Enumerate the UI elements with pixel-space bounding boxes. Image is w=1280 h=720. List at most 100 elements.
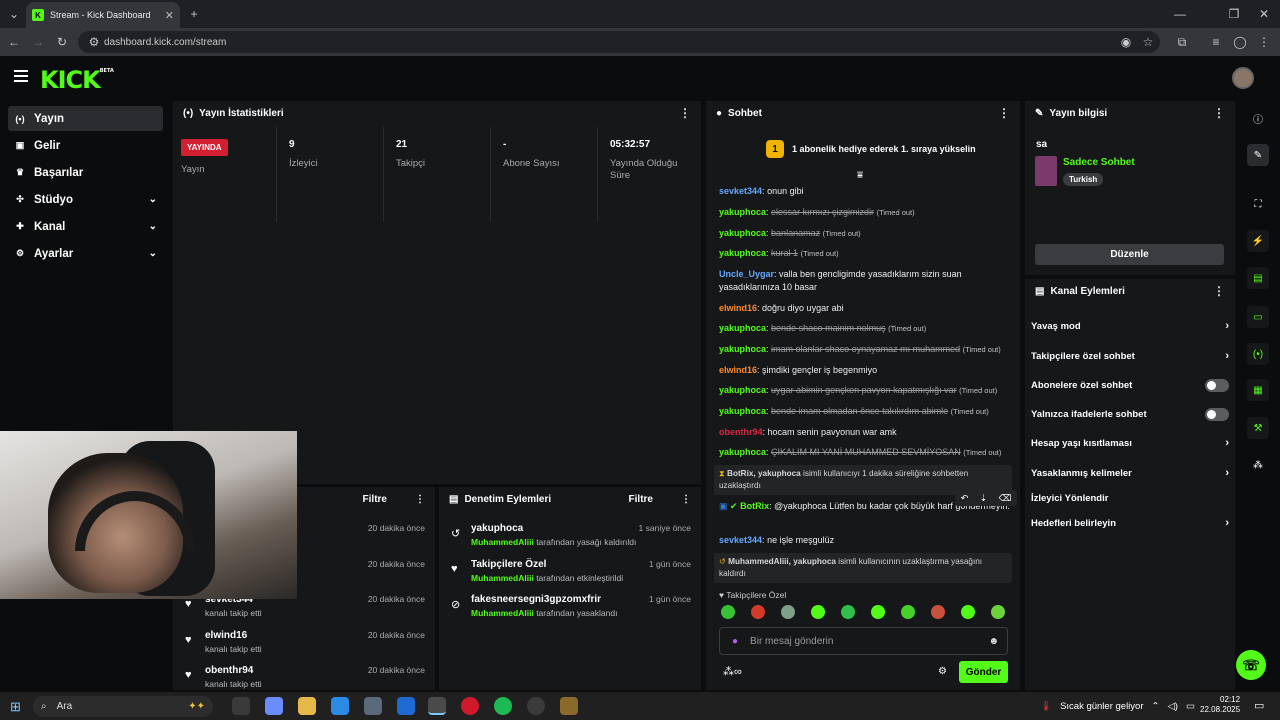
weather-widget[interactable]: 🌡 Sıcak günler geliyor ⌃ ◁) ▭	[1040, 697, 1195, 715]
site-info-icon[interactable]: ⚙	[86, 34, 102, 50]
eye-off-icon[interactable]: ◉	[1118, 34, 1134, 50]
emote[interactable]	[991, 605, 1005, 619]
wrench-icon[interactable]: ⚒	[1247, 417, 1269, 439]
chat-message-input[interactable]: ● Bir mesaj gönderin ☻	[719, 627, 1008, 655]
chat-username[interactable]: yakuphoca	[719, 447, 766, 457]
chat-username[interactable]: sevket344	[719, 186, 762, 196]
microphone-icon[interactable]: ●	[732, 636, 738, 647]
action-banned-words[interactable]: Yasaklanmış kelimeler ›	[1031, 463, 1229, 483]
sidebar-item-kanal[interactable]: ✚ Kanal ⌄	[8, 214, 163, 239]
reload-icon[interactable]: ↻	[54, 34, 70, 50]
back-icon[interactable]: ←	[6, 34, 22, 50]
emote[interactable]	[781, 605, 795, 619]
info-icon[interactable]: ⓘ	[1247, 107, 1269, 129]
url-input[interactable]: dashboard.kick.com/stream	[78, 31, 1160, 53]
media-icon[interactable]: ≡	[1208, 34, 1224, 50]
system-clock[interactable]: 02:12 22.08.2025	[1200, 695, 1240, 715]
taskbar-search[interactable]: ⌕ Ara ✦✦	[33, 696, 213, 717]
delete-icon[interactable]: ⌫	[999, 493, 1012, 504]
file-explorer-icon[interactable]	[298, 697, 316, 715]
reply-icon[interactable]: ↶	[961, 493, 969, 504]
profile-icon[interactable]: ◯	[1232, 34, 1248, 50]
new-tab-icon[interactable]: +	[186, 6, 202, 22]
lightning-icon[interactable]: ⚡	[1247, 230, 1269, 252]
store-icon[interactable]	[364, 697, 382, 715]
subscribers-only-toggle[interactable]	[1205, 378, 1229, 392]
action-goals[interactable]: Hedefleri belirleyin ›	[1031, 513, 1229, 533]
layout-icon[interactable]: ▦	[1247, 379, 1269, 401]
edge-icon[interactable]	[331, 697, 349, 715]
app-icon[interactable]	[560, 697, 578, 715]
emote[interactable]	[751, 605, 765, 619]
opera-icon[interactable]	[461, 697, 479, 715]
chat-username[interactable]: elwind16	[719, 303, 757, 313]
close-window-icon[interactable]: ✕	[1256, 6, 1272, 22]
bookmark-star-icon[interactable]: ☆	[1140, 34, 1156, 50]
kick-logo[interactable]: KICKBETA	[40, 66, 114, 94]
emote[interactable]	[961, 605, 975, 619]
chrome-icon[interactable]	[428, 697, 446, 715]
emote[interactable]	[841, 605, 855, 619]
collapse-pinned-icon[interactable]: ⩸	[857, 170, 863, 181]
moderation-filter-button[interactable]: Filtre	[629, 494, 653, 505]
chat-icon[interactable]: ▭	[1247, 306, 1269, 328]
send-button[interactable]: Gönder	[959, 661, 1008, 683]
edit-icon[interactable]: ✎	[1247, 144, 1269, 166]
chat-settings-icon[interactable]: ⚙	[938, 666, 947, 677]
category-link[interactable]: Sadece Sohbet	[1063, 157, 1135, 168]
spotify-icon[interactable]	[494, 697, 512, 715]
screen-icon[interactable]: ⛶	[1247, 193, 1269, 215]
emotes-only-toggle[interactable]	[1205, 407, 1229, 421]
minimize-icon[interactable]: —	[1172, 6, 1188, 22]
outlook-icon[interactable]	[397, 697, 415, 715]
forward-icon[interactable]: →	[30, 34, 46, 50]
more-options-icon[interactable]: ⋮	[1213, 284, 1225, 298]
network-icon[interactable]: ▭	[1186, 701, 1195, 712]
chat-username[interactable]: Uncle_Uygar	[719, 269, 774, 279]
notes-icon[interactable]: ▤	[1247, 267, 1269, 289]
notification-icon[interactable]: ▭	[1254, 699, 1264, 712]
sidebar-item-gelir[interactable]: ▣ Gelir	[8, 133, 163, 158]
emote[interactable]	[931, 605, 945, 619]
close-tab-icon[interactable]: ✕	[165, 9, 174, 22]
menu-hamburger-icon[interactable]	[14, 70, 28, 82]
chat-username[interactable]: yakuphoca	[719, 323, 766, 333]
user-avatar[interactable]	[1232, 67, 1254, 89]
emote[interactable]	[901, 605, 915, 619]
apps-icon[interactable]: ⁂	[1247, 454, 1269, 476]
tab-list-icon[interactable]: ⌄	[6, 6, 22, 22]
more-options-icon[interactable]: ⋮	[679, 106, 691, 120]
chat-username[interactable]: yakuphoca	[719, 248, 766, 258]
emoji-icon[interactable]: ☻	[988, 636, 999, 647]
chat-username[interactable]: elwind16	[719, 365, 757, 375]
restore-icon[interactable]: ❐	[1226, 6, 1242, 22]
support-chat-icon[interactable]: ☏	[1236, 650, 1266, 680]
emote[interactable]	[871, 605, 885, 619]
sidebar-item-basarilar[interactable]: ♛ Başarılar	[8, 160, 163, 185]
more-options-icon[interactable]: ⋮	[998, 106, 1010, 120]
emote[interactable]	[811, 605, 825, 619]
action-raid[interactable]: İzleyici Yönlendir	[1031, 488, 1229, 508]
emote[interactable]	[721, 605, 735, 619]
task-view-icon[interactable]	[232, 697, 250, 715]
chevron-up-icon[interactable]: ⌃	[1152, 701, 1160, 712]
volume-icon[interactable]: ◁)	[1167, 701, 1177, 712]
windows-start-icon[interactable]: ⊞	[10, 699, 21, 715]
more-options-icon[interactable]: ⋮	[681, 494, 691, 505]
browser-menu-icon[interactable]: ⋮	[1256, 34, 1272, 50]
more-options-icon[interactable]: ⋮	[1213, 106, 1225, 120]
chat-username[interactable]: yakuphoca	[719, 207, 766, 217]
activity-filter-button[interactable]: Filtre	[363, 494, 387, 505]
obs-icon[interactable]	[527, 697, 545, 715]
extensions-icon[interactable]: ⧉	[1174, 34, 1190, 50]
action-slow-mode[interactable]: Yavaş mod ›	[1031, 316, 1229, 336]
broadcast-icon[interactable]: (•)	[1247, 343, 1269, 365]
chat-username[interactable]: yakuphoca	[719, 385, 766, 395]
pin-icon[interactable]: ⇣	[980, 493, 988, 504]
edit-button[interactable]: Düzenle	[1035, 244, 1224, 265]
pinned-goal-banner[interactable]: 1 1 abonelik hediye ederek 1. sıraya yük…	[712, 133, 1014, 165]
action-followers-only[interactable]: Takipçilere özel sohbet ›	[1031, 346, 1229, 366]
chat-username[interactable]: yakuphoca	[719, 406, 766, 416]
sidebar-item-yayin[interactable]: (•) Yayın	[8, 106, 163, 131]
action-account-age[interactable]: Hesap yaşı kısıtlaması ›	[1031, 433, 1229, 453]
